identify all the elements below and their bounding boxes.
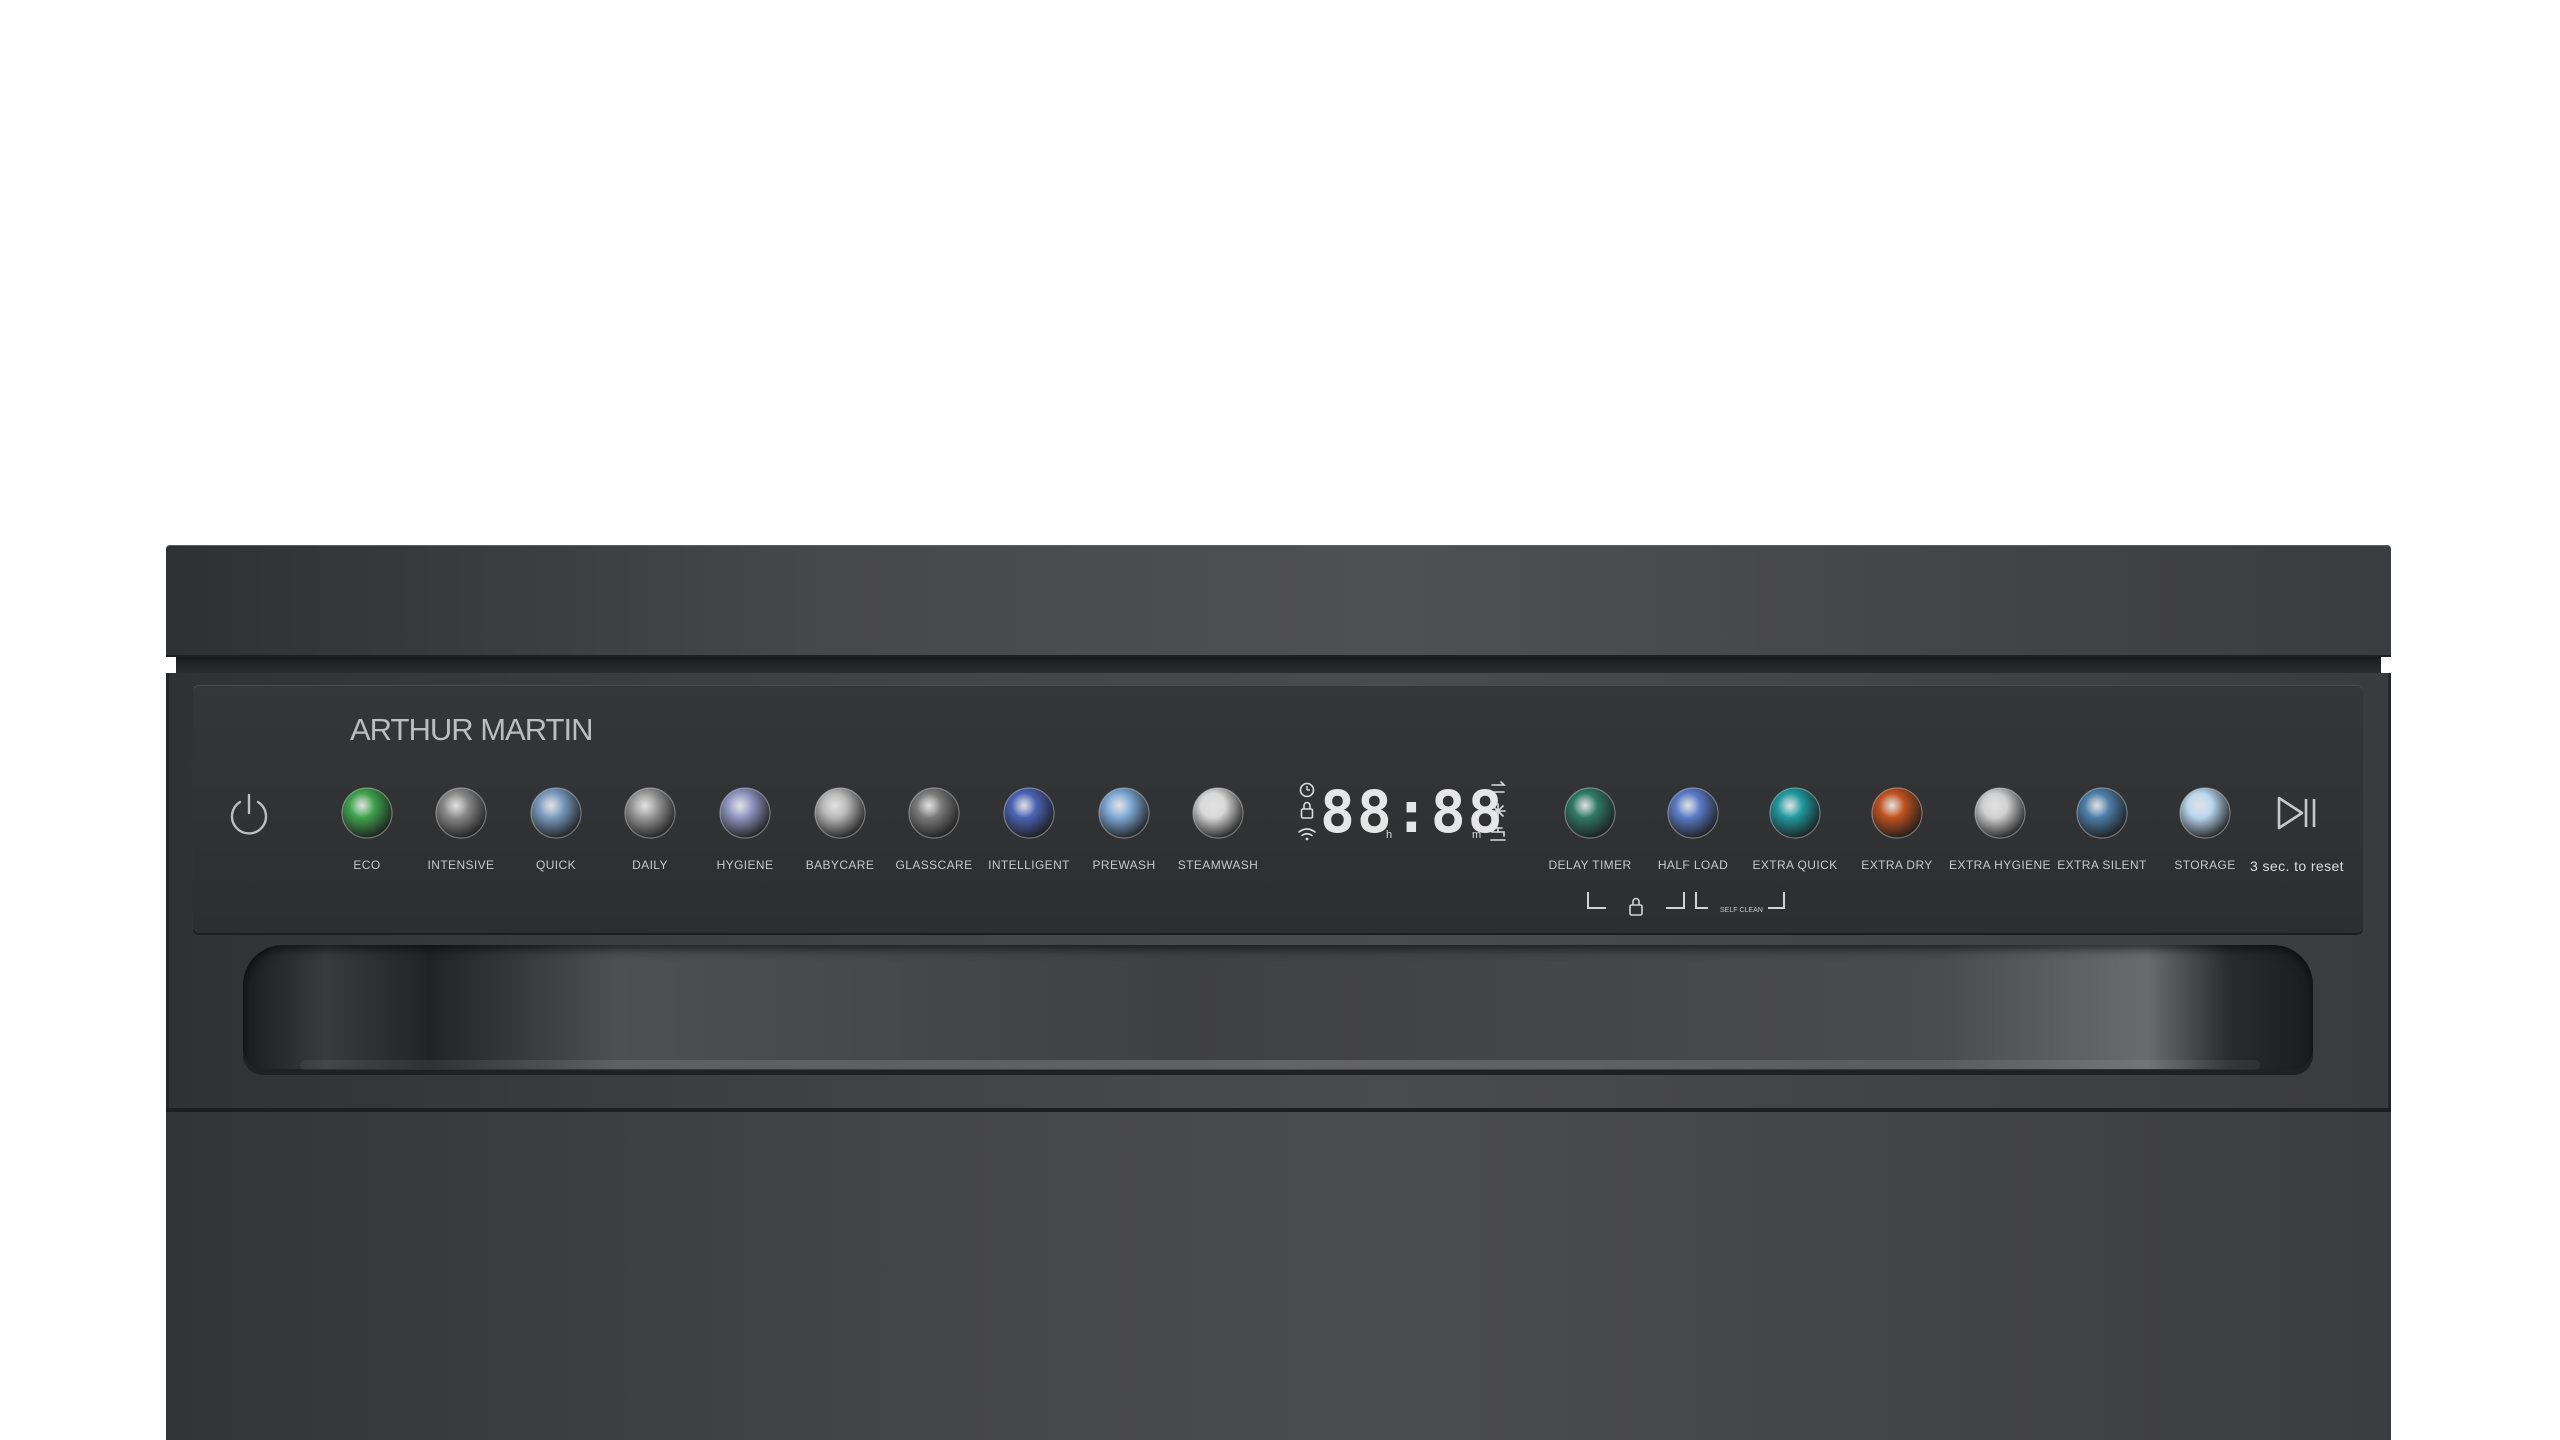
dishwasher-stage: ARTHUR MARTIN ECO INTENSIVE QUICK DAILY …: [0, 0, 2560, 1440]
storage-icon: [2178, 786, 2232, 840]
option-extra-dry-button[interactable]: EXTRA DRY: [1837, 786, 1957, 872]
lock-icon: [1629, 897, 1643, 916]
hygiene-icon: [718, 786, 772, 840]
intensive-icon: [434, 786, 488, 840]
extra-dry-icon: [1870, 786, 1924, 840]
intelligent-icon: [1002, 786, 1056, 840]
option-label: EXTRA SILENT: [2057, 858, 2147, 872]
power-icon: [230, 793, 268, 835]
option-extra-silent-button[interactable]: EXTRA SILENT: [2042, 786, 2162, 872]
half-load-icon: [1666, 786, 1720, 840]
extra-hygiene-icon: [1973, 786, 2027, 840]
steam-icon: [1191, 786, 1245, 840]
leaf-icon: [340, 786, 394, 840]
prewash-icon: [1097, 786, 1151, 840]
extra-silent-icon: [2075, 786, 2129, 840]
door-handle-highlight: [300, 1060, 2260, 1070]
babycare-icon: [813, 786, 867, 840]
extra-quick-icon: [1768, 786, 1822, 840]
start-pause-label: 3 sec. to reset: [2250, 858, 2344, 874]
program-label: STEAMWASH: [1177, 858, 1259, 872]
quick-icon: [529, 786, 583, 840]
display-digits: 88:88: [1320, 778, 1505, 846]
daily-icon: [623, 786, 677, 840]
power-button[interactable]: [226, 791, 272, 837]
lock-selfclean-indicator: SELF CLEAN: [1584, 888, 1794, 918]
wifi-icon: [1298, 828, 1316, 841]
option-delay-timer-button[interactable]: DELAY TIMER: [1530, 786, 1650, 872]
worktop-lip: [176, 657, 2381, 673]
clock-icon: [1299, 782, 1315, 798]
option-label: EXTRA DRY: [1861, 858, 1933, 872]
worktop: [166, 545, 2391, 657]
brand-logo: ARTHUR MARTIN: [350, 712, 593, 747]
program-steamwash-button[interactable]: STEAMWASH: [1158, 786, 1278, 872]
time-display: h m 88:88: [1290, 776, 1510, 850]
door-lower-panel: [166, 1112, 2391, 1440]
lock-icon: [1300, 801, 1314, 819]
start-pause-button[interactable]: 3 sec. to reset: [2237, 786, 2357, 874]
delay-timer-icon: [1563, 786, 1617, 840]
option-label: DELAY TIMER: [1548, 858, 1632, 872]
glass-icon: [907, 786, 961, 840]
door-handle[interactable]: [243, 945, 2313, 1075]
play-pause-icon: [2270, 786, 2324, 840]
self-clean-label: SELF CLEAN: [1720, 907, 1763, 914]
